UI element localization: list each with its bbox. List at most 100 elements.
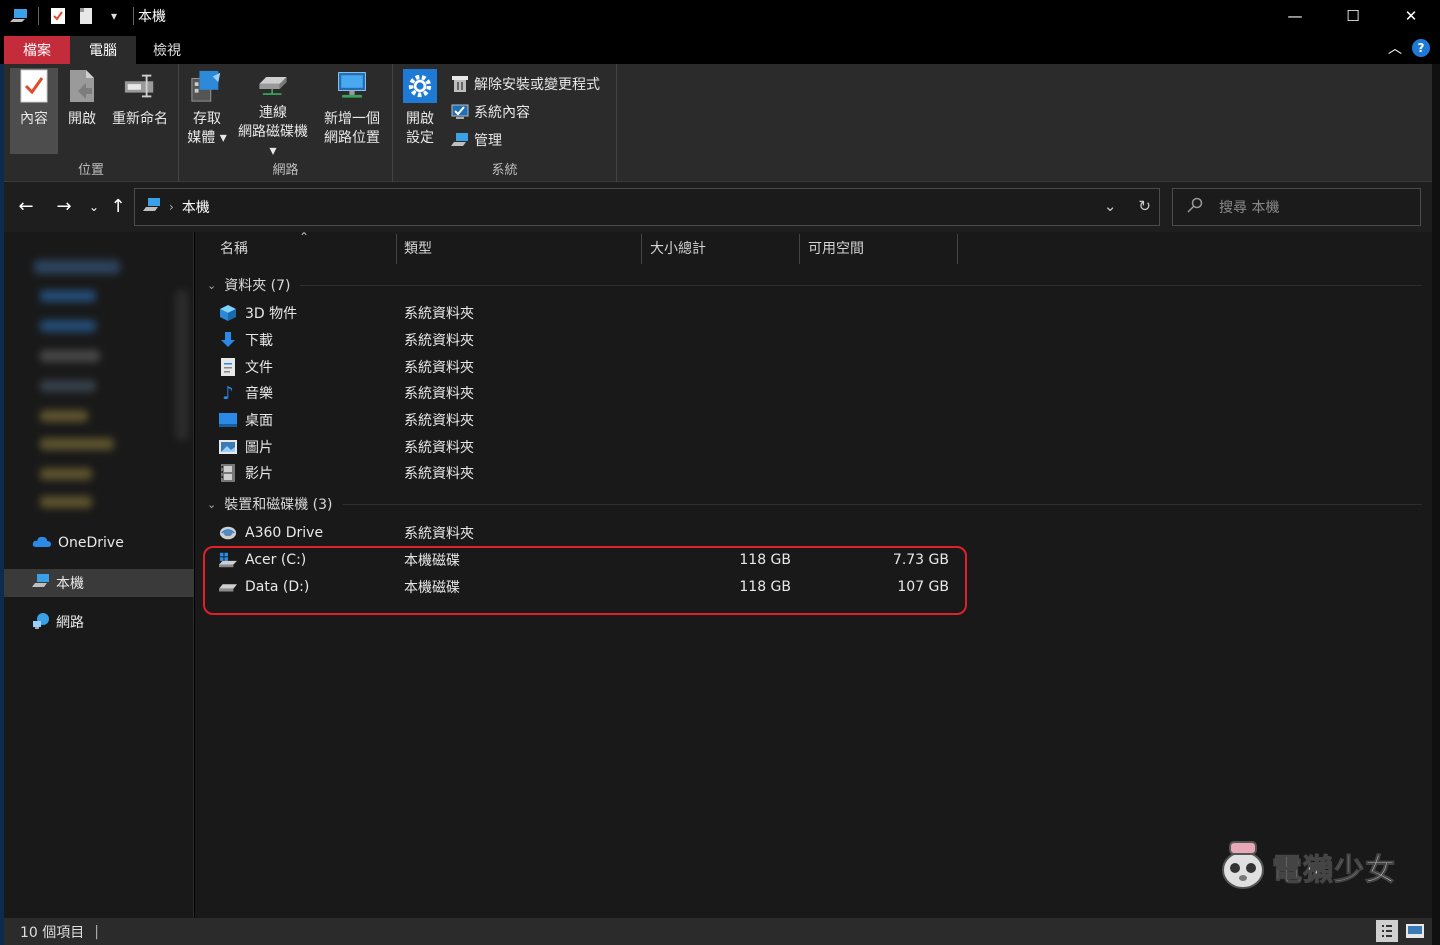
item-name: 影片	[245, 466, 273, 482]
group-header-devices[interactable]: ⌄ 裝置和磁碟機 (3)	[207, 492, 333, 516]
list-item[interactable]: 下載 系統資料夾	[219, 327, 979, 353]
nav-item-onedrive[interactable]: OneDrive	[4, 529, 194, 557]
map-network-drive-button[interactable]: 連線 網路磁碟機 ▾	[235, 68, 311, 159]
details-view-icon[interactable]	[1376, 920, 1398, 942]
view-toggle	[1376, 920, 1426, 942]
access-media-label-1: 存取	[193, 111, 221, 127]
this-pc-icon	[10, 7, 28, 25]
recent-locations-chevron-icon[interactable]: ⌄	[82, 196, 106, 218]
customize-chevron-icon[interactable]: ▾	[105, 7, 123, 25]
item-type: 系統資料夾	[404, 333, 474, 349]
access-media-label-2: 媒體 ▾	[187, 130, 227, 146]
list-item[interactable]: 3D 物件 系統資料夾	[219, 300, 979, 326]
window-controls: — ☐ ✕	[1266, 0, 1440, 32]
group-divider	[300, 285, 1422, 286]
item-name: A360 Drive	[245, 525, 324, 541]
column-divider[interactable]	[396, 234, 397, 264]
item-type: 系統資料夾	[404, 386, 474, 402]
uninstall-icon	[451, 75, 469, 93]
ribbon-controls: ︿ ?	[1388, 38, 1430, 58]
column-header-type[interactable]: 類型	[404, 232, 432, 264]
ribbon-group-system: 開啟 設定 解除安裝或變更程式 系統內容 管理 系統	[393, 64, 617, 182]
this-pc-icon	[32, 573, 50, 593]
pictures-icon	[219, 438, 237, 456]
back-arrow-icon[interactable]: ←	[14, 196, 38, 218]
maximize-button[interactable]: ☐	[1324, 0, 1382, 32]
window-right-edge	[1432, 64, 1440, 945]
list-item[interactable]: A360 Drive 系統資料夾	[219, 520, 979, 546]
large-icons-view-icon[interactable]	[1404, 920, 1426, 942]
document-icon	[219, 358, 237, 376]
open-button[interactable]: 開啟	[62, 68, 102, 154]
open-label: 開啟	[68, 111, 96, 127]
rename-button[interactable]: 重新命名	[108, 68, 172, 154]
desktop-icon	[219, 411, 237, 429]
column-divider[interactable]	[799, 234, 800, 264]
nav-item-this-pc[interactable]: 本機	[4, 569, 194, 597]
search-box[interactable]: 搜尋 本機	[1172, 188, 1421, 226]
item-name: 文件	[245, 360, 273, 376]
network-icon	[32, 611, 50, 633]
group-collapse-chevron-icon[interactable]: ⌄	[207, 279, 216, 292]
close-button[interactable]: ✕	[1382, 0, 1440, 32]
address-bar[interactable]: › 本機 ⌄ ↻	[134, 188, 1160, 226]
manage-button[interactable]: 管理	[451, 128, 502, 152]
open-settings-label-2: 設定	[406, 130, 434, 146]
breadcrumb-this-pc[interactable]: 本機	[182, 197, 210, 217]
item-count: 10 個項目	[20, 924, 85, 941]
this-pc-icon	[143, 197, 161, 217]
breadcrumb-chevron-icon[interactable]: ›	[169, 200, 174, 214]
navigation-pane: OneDrive 本機 網路	[4, 232, 194, 918]
toolbar-divider	[38, 7, 39, 25]
watermark-text: 電獺少女	[1272, 853, 1396, 889]
list-item[interactable]: 桌面 系統資料夾	[219, 407, 979, 433]
up-arrow-icon[interactable]: ↑	[106, 196, 130, 218]
download-icon	[219, 331, 237, 349]
collapse-ribbon-icon[interactable]: ︿	[1388, 38, 1402, 58]
status-bar: 10 個項目 |	[4, 918, 1432, 945]
address-dropdown-icon[interactable]: ⌄	[1104, 197, 1117, 215]
tab-file[interactable]: 檔案	[4, 36, 70, 64]
minimize-button[interactable]: —	[1266, 0, 1324, 32]
new-folder-icon[interactable]	[77, 7, 95, 25]
list-item[interactable]: 影片 系統資料夾	[219, 460, 979, 486]
group-collapse-chevron-icon[interactable]: ⌄	[207, 498, 216, 511]
access-media-button[interactable]: 存取 媒體 ▾	[185, 68, 229, 154]
uninstall-program-button[interactable]: 解除安裝或變更程式	[451, 72, 600, 96]
nav-item-network[interactable]: 網路	[4, 608, 194, 636]
column-divider[interactable]	[641, 234, 642, 264]
group-divider	[343, 504, 1422, 505]
group-header-folders[interactable]: ⌄ 資料夾 (7)	[207, 273, 291, 297]
properties-button[interactable]: 內容	[10, 68, 58, 154]
system-properties-button[interactable]: 系統內容	[451, 100, 530, 124]
list-item[interactable]: ♪ 音樂 系統資料夾	[219, 380, 979, 406]
group-label-devices: 裝置和磁碟機 (3)	[224, 497, 333, 513]
item-name: 圖片	[245, 440, 273, 456]
map-drive-label-1: 連線	[259, 105, 287, 121]
add-location-label-2: 網路位置	[324, 130, 380, 146]
add-network-location-button[interactable]: 新增一個 網路位置	[319, 68, 385, 154]
open-settings-label-1: 開啟	[406, 111, 434, 127]
group-label-network: 網路	[272, 163, 299, 178]
tab-computer[interactable]: 電腦	[70, 36, 136, 64]
column-header-free-space[interactable]: 可用空間	[808, 232, 864, 264]
list-item[interactable]: 圖片 系統資料夾	[219, 434, 979, 460]
otter-mascot-icon	[1220, 838, 1266, 896]
column-divider[interactable]	[957, 234, 958, 264]
item-type: 系統資料夾	[404, 440, 474, 456]
properties-icon[interactable]	[49, 7, 67, 25]
help-icon[interactable]: ?	[1412, 39, 1430, 57]
ribbon: 內容 開啟 重新命名 位置 存取 媒體 ▾ 連線 網路磁碟機 ▾ 新增一個 網路…	[4, 64, 1432, 182]
refresh-icon[interactable]: ↻	[1138, 197, 1151, 215]
list-item[interactable]: 文件 系統資料夾	[219, 354, 979, 380]
column-header-total-size[interactable]: 大小總計	[650, 232, 706, 264]
item-type: 系統資料夾	[404, 466, 474, 482]
search-placeholder: 搜尋 本機	[1219, 200, 1280, 216]
open-icon	[65, 68, 99, 104]
group-label-location: 位置	[77, 163, 104, 178]
tab-view[interactable]: 檢視	[136, 36, 198, 64]
column-header-name[interactable]: 名稱	[220, 232, 248, 264]
open-settings-button[interactable]: 開啟 設定	[399, 68, 441, 154]
forward-arrow-icon[interactable]: →	[52, 196, 76, 218]
address-bar-controls: ⌄ ↻	[1104, 197, 1151, 215]
